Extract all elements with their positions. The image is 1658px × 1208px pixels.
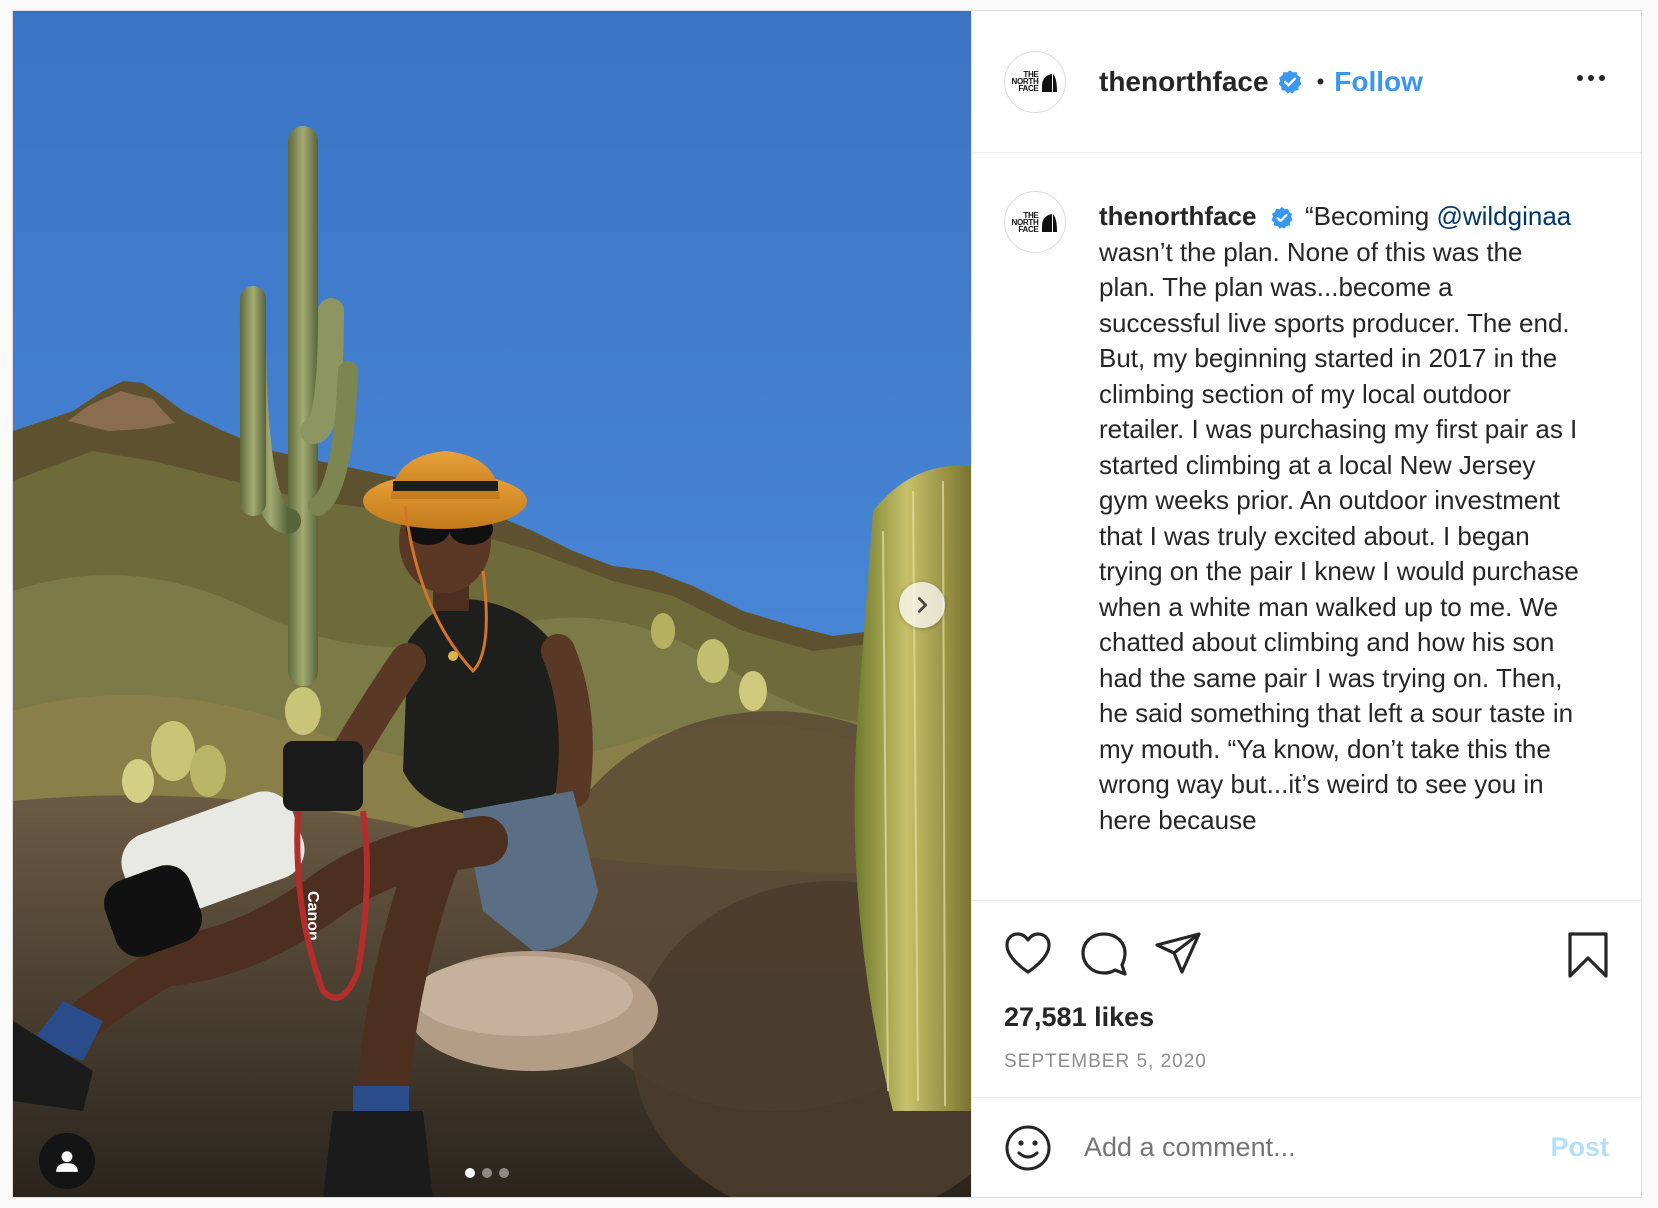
post-date[interactable]: SEPTEMBER 5, 2020 [972,1039,1641,1098]
tagged-users-button[interactable] [39,1133,95,1189]
header-username[interactable]: thenorthface [1099,66,1269,98]
comment-icon[interactable] [1080,931,1128,982]
verified-badge-icon [1270,206,1294,230]
next-photo-button[interactable] [899,582,945,628]
north-face-logo: THE NORTH FACE [1012,211,1059,234]
desert-photo: Canon [13,11,971,1197]
bookmark-icon[interactable] [1567,931,1609,984]
paper-plane-icon[interactable] [1154,931,1202,980]
post-caption: thenorthface “Becoming @wildginaa wasn’t… [1099,199,1581,838]
post-header: THE NORTH FACE thenorthface • Follow [972,11,1641,153]
carousel-dot [499,1168,509,1178]
north-face-logo: THE NORTH FACE [1012,71,1059,93]
caption-username[interactable]: thenorthface [1099,201,1256,231]
action-bar [972,901,1641,995]
post-photo[interactable]: Canon [13,11,971,1197]
post-card: Canon THE NORTH FACE thenorthface • Foll… [12,10,1642,1198]
ellipsis-icon[interactable] [1571,69,1611,87]
follow-button[interactable]: Follow [1334,66,1423,98]
comment-input[interactable] [1082,1131,1541,1164]
caption-mention-link[interactable]: @wildginaa [1436,201,1571,231]
comment-bar: Post [972,1098,1641,1197]
avatar[interactable]: THE NORTH FACE [1004,50,1066,113]
carousel-dot [482,1168,492,1178]
half-dome-icon [1042,73,1058,92]
carousel-dot-active [465,1168,475,1178]
carousel-indicator [465,1168,509,1178]
smiley-icon[interactable] [1004,1124,1052,1172]
half-dome-icon [1042,214,1058,232]
logo-line-3: FACE [1018,224,1039,234]
caption-opening: “Becoming [1304,201,1430,231]
verified-badge-icon [1277,69,1303,95]
chevron-right-icon [917,597,928,613]
user-icon [56,1151,78,1172]
post-comment-button[interactable]: Post [1550,1132,1609,1163]
caption-body: wasn’t the plan. None of this was the pl… [1099,236,1579,835]
caption-avatar[interactable]: THE NORTH FACE [1004,191,1066,253]
post-details-panel: THE NORTH FACE thenorthface • Follow THE… [971,11,1641,1197]
likes-count[interactable]: 27,581 likes [972,995,1641,1039]
logo-line-3: FACE [1018,84,1039,93]
separator-dot: • [1316,68,1325,94]
heart-icon[interactable] [1004,931,1052,980]
caption-section: THE NORTH FACE thenorthface “Becoming @w… [972,153,1641,901]
